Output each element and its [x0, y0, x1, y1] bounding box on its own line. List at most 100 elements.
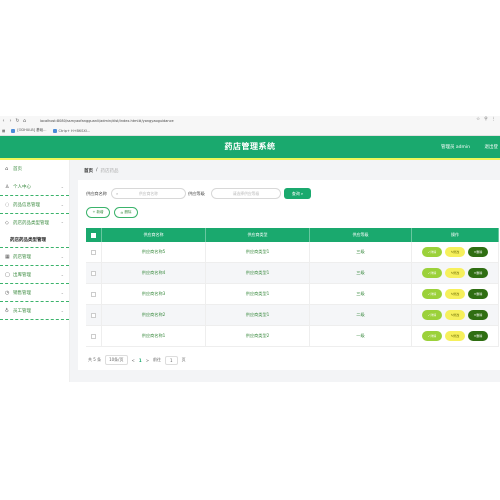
- grid-icon: ▦: [5, 253, 10, 260]
- row-checkbox[interactable]: [91, 249, 96, 255]
- row-delete-button[interactable]: ✕ 删除: [468, 289, 488, 299]
- row-delete-button[interactable]: ✕ 删除: [468, 268, 488, 278]
- edit-button[interactable]: ✎ 修改: [445, 268, 465, 278]
- select-all-checkbox[interactable]: [91, 232, 96, 238]
- breadcrumb-home[interactable]: 首页: [84, 168, 93, 174]
- bookmark-item[interactable]: Ctrip+ H+BKSXI...: [52, 128, 90, 133]
- reload-icon[interactable]: ↻: [14, 118, 21, 124]
- page-unit-label: 页: [181, 357, 186, 362]
- chevron-down-icon: ⌄: [60, 184, 64, 189]
- row-delete-button[interactable]: ✕ 删除: [468, 331, 488, 341]
- supplier-name-cell: 供应商名称3: [102, 284, 206, 304]
- logout-link[interactable]: 退出登: [485, 144, 499, 150]
- edit-button[interactable]: ✎ 修改: [445, 247, 465, 257]
- sidebar-subitem-drug-type[interactable]: 药店药品类型管理: [0, 232, 69, 248]
- supply-level-label: 供应等级: [188, 191, 205, 196]
- table-row: 供应商名称2 供应商类型1 二级 ✓ 详情 ✎ 修改 ✕ 删除: [86, 305, 499, 326]
- add-button[interactable]: + 新增: [86, 207, 110, 218]
- chevron-up-icon: ⌃: [60, 220, 64, 226]
- supplier-table: 供应商名称 供应商类型 供应等级 操作 供应商名称5 供应商类型1 三级 ✓ 详情 ✎ …: [86, 228, 499, 347]
- edit-button[interactable]: ✎ 修改: [445, 331, 465, 341]
- row-delete-button[interactable]: ✕ 删除: [468, 247, 488, 257]
- detail-button[interactable]: ✓ 详情: [422, 331, 442, 341]
- app-title: 药店管理系统: [224, 142, 276, 151]
- breadcrumb-separator: /: [96, 168, 98, 173]
- extensions-icon[interactable]: ⚲: [484, 117, 487, 122]
- edit-button[interactable]: ✎ 修改: [445, 289, 465, 299]
- row-checkbox[interactable]: [91, 270, 96, 276]
- sidebar: ⌂ 首页 ♙ 个人中心 ⌄ ◌ 药品信息管理 ⌄ ◇ 药店药品类型管理 ⌃ 药店…: [0, 160, 70, 382]
- supplier-name-cell: 供应商名称1: [102, 326, 206, 346]
- prev-page-button[interactable]: <: [132, 358, 135, 363]
- detail-button[interactable]: ✓ 详情: [422, 289, 442, 299]
- apps-icon[interactable]: ▦: [2, 129, 5, 133]
- row-delete-button[interactable]: ✕ 删除: [468, 310, 488, 320]
- bookmarks-bar: ▦ [ODHULB] 基础... Ctrip+ H+BKSXI...: [0, 126, 500, 135]
- supply-level-select[interactable]: 请选择供应等级: [211, 188, 281, 199]
- row-checkbox[interactable]: [91, 312, 96, 318]
- row-checkbox[interactable]: [91, 291, 96, 297]
- chevron-down-icon: ⌄: [60, 272, 64, 277]
- address-bar[interactable]: localhost:8080/ssmyaofangguanli/admin/di…: [40, 119, 174, 123]
- supplier-name-input[interactable]: ⌕ 供应商名称: [111, 188, 186, 199]
- sidebar-item-pharmacy[interactable]: ▦ 药店管理 ⌄: [0, 248, 69, 266]
- column-header: 操作: [412, 228, 499, 242]
- forward-icon[interactable]: ›: [7, 118, 14, 124]
- next-page-button[interactable]: >: [146, 358, 149, 363]
- supplier-type-cell: 供应商类型1: [206, 242, 310, 262]
- breadcrumb-current: 药店药品: [100, 169, 119, 174]
- home-nav-icon[interactable]: ⌂: [21, 118, 28, 124]
- supplier-name-cell: 供应商名称5: [102, 242, 206, 262]
- chevron-down-icon: ⌄: [60, 202, 64, 207]
- trash-icon: ⊖: [120, 210, 124, 215]
- supply-level-cell: 二级: [310, 305, 412, 325]
- detail-button[interactable]: ✓ 详情: [422, 268, 442, 278]
- back-icon[interactable]: ‹: [0, 118, 7, 124]
- table-row: 供应商名称5 供应商类型1 三级 ✓ 详情 ✎ 修改 ✕ 删除: [86, 242, 499, 263]
- chevron-down-icon: ⌄: [60, 308, 64, 313]
- supplier-type-cell: 供应商类型2: [206, 326, 310, 346]
- sidebar-item-drug-info[interactable]: ◌ 药品信息管理 ⌄: [0, 196, 69, 214]
- sidebar-item-home[interactable]: ⌂ 首页: [0, 160, 69, 178]
- search-icon: ⌕: [300, 191, 304, 196]
- sidebar-item-profile[interactable]: ♙ 个人中心 ⌄: [0, 178, 69, 196]
- delete-button[interactable]: ⊖ 删除: [114, 207, 138, 218]
- app-header: 药店管理系统 管理员 admin 退出登: [0, 136, 500, 158]
- page-size-select[interactable]: 10条/页: [105, 355, 128, 365]
- pagination: 共 5 条 10条/页 < 1 > 前往 1 页: [88, 355, 186, 365]
- sidebar-item-outbound[interactable]: ▢ 出库管理 ⌄: [0, 266, 69, 284]
- menu-icon[interactable]: ⋮: [492, 117, 497, 122]
- page-number[interactable]: 1: [139, 358, 142, 363]
- supplier-type-cell: 供应商类型1: [206, 263, 310, 283]
- sidebar-item-staff[interactable]: ♁ 员工管理 ⌄: [0, 302, 69, 320]
- page-jump-input[interactable]: 1: [165, 355, 178, 365]
- address-row: ‹ › ↻ ⌂ localhost:8080/ssmyaofangguanli/…: [0, 116, 500, 126]
- query-button[interactable]: 查询 ⌕: [284, 188, 311, 199]
- column-header: 供应商名称: [102, 228, 206, 242]
- detail-button[interactable]: ✓ 详情: [422, 310, 442, 320]
- supply-level-cell: 三级: [310, 242, 412, 262]
- supply-level-cell: 三级: [310, 263, 412, 283]
- chevron-down-icon: ⌄: [60, 290, 64, 295]
- table-row: 供应商名称3 供应商类型1 三级 ✓ 详情 ✎ 修改 ✕ 删除: [86, 284, 499, 305]
- total-count: 共 5 条: [88, 357, 102, 362]
- sidebar-item-sales[interactable]: ◷ 销售管理 ⌄: [0, 284, 69, 302]
- detail-button[interactable]: ✓ 详情: [422, 247, 442, 257]
- edit-button[interactable]: ✎ 修改: [445, 310, 465, 320]
- table-row: 供应商名称4 供应商类型1 三级 ✓ 详情 ✎ 修改 ✕ 删除: [86, 263, 499, 284]
- bookmark-item[interactable]: [ODHULB] 基础...: [11, 128, 47, 133]
- current-user: 管理员 admin: [440, 145, 470, 150]
- supply-level-cell: 三级: [310, 284, 412, 304]
- bookmark-icon: [11, 128, 16, 133]
- table-body: 供应商名称5 供应商类型1 三级 ✓ 详情 ✎ 修改 ✕ 删除 供应商名称4 供应商类型1 三级…: [86, 242, 499, 347]
- sidebar-item-drug-type[interactable]: ◇ 药店药品类型管理 ⌃: [0, 214, 69, 232]
- column-header: 供应等级: [310, 228, 412, 242]
- badge-icon: ♁: [5, 307, 9, 314]
- home-icon: ⌂: [5, 166, 9, 172]
- goto-label: 前往: [153, 357, 162, 362]
- star-icon[interactable]: ☆: [476, 117, 480, 122]
- row-checkbox[interactable]: [91, 333, 96, 339]
- supply-level-cell: 一级: [310, 326, 412, 346]
- bookmark-icon: [52, 128, 57, 133]
- supplier-name-label: 供应商名称: [86, 191, 107, 196]
